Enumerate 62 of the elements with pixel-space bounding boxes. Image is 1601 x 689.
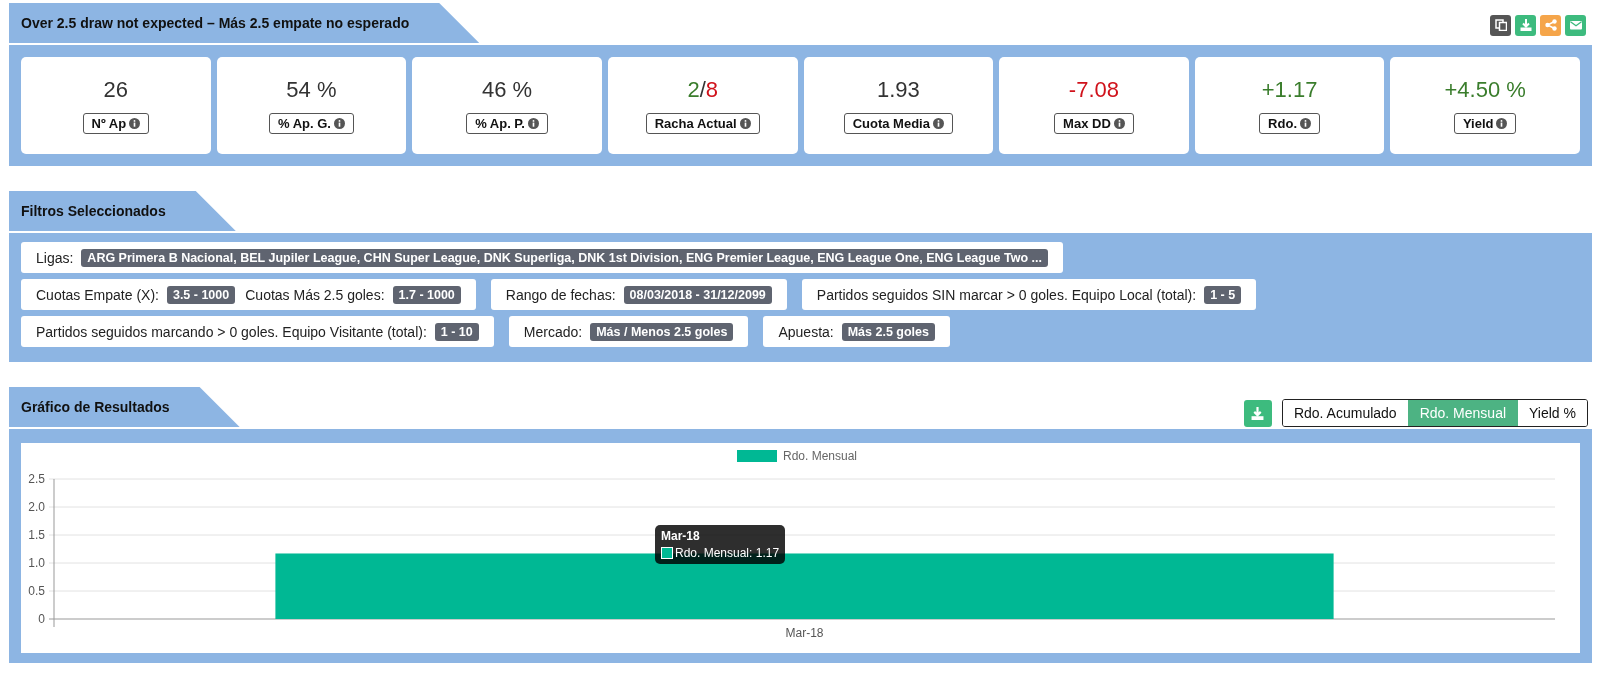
- stat-value: +1.17: [1261, 77, 1318, 103]
- stat-label-text: Nº Ap: [91, 116, 127, 131]
- stat-label-text: Max DD: [1063, 116, 1111, 131]
- filter-value: 3.5 - 1000: [166, 285, 236, 304]
- axis-tick-label: 0: [38, 612, 45, 626]
- axis-tick-label: 1.0: [28, 556, 45, 570]
- stat-label-text: Racha Actual: [654, 116, 737, 131]
- stat-value: -7.08: [1068, 77, 1119, 103]
- filter-label: Ligas:: [36, 249, 74, 266]
- filter-value: ARG Primera B Nacional, BEL Jupiler League, CHN Super League, DNK Superliga, DNK 1st Division, ENG Premier League, ENG League One, ENG League Two ...: [81, 248, 1048, 267]
- section-title: Filtros Seleccionados: [9, 191, 236, 231]
- envelope-icon: [1569, 19, 1582, 31]
- filter-value: 08/03/2018 - 31/12/2099: [623, 285, 772, 304]
- legend-label[interactable]: Rdo. Mensual: [783, 449, 858, 463]
- tooltip-text: Rdo. Mensual: 1.17: [675, 546, 780, 560]
- section-title: Gráfico de Resultados: [9, 387, 240, 427]
- filter-label: Rango de fechas:: [505, 286, 616, 303]
- info-icon[interactable]: [1496, 118, 1508, 129]
- download-icon: [1519, 19, 1532, 31]
- info-icon[interactable]: [528, 118, 539, 129]
- stat-label-text: % Ap. G.: [277, 116, 331, 131]
- filter-label: Partidos seguidos SIN marcar > 0 goles. Equipo Local (total):: [816, 286, 1197, 303]
- axis-tick-label: 0.5: [28, 584, 45, 598]
- filter-value: 1.7 - 1000: [392, 285, 461, 304]
- stat-label-text: Cuota Media: [852, 116, 930, 131]
- download-icon: [1251, 406, 1265, 420]
- filter-label: Cuotas Más 2.5 goles:: [245, 286, 385, 303]
- legend-swatch: [737, 450, 777, 462]
- stat-label-text: Rdo.: [1268, 116, 1297, 131]
- filter-value: 1 - 5: [1204, 285, 1242, 304]
- copy-icon: [1494, 19, 1507, 31]
- info-icon[interactable]: [333, 118, 345, 129]
- stat-value: 1.93: [876, 77, 920, 103]
- info-icon[interactable]: [932, 118, 944, 129]
- info-icon[interactable]: [1300, 118, 1311, 129]
- chart-view-tab[interactable]: Yield %: [1517, 400, 1587, 426]
- axis-tick-label: 2.0: [28, 500, 45, 514]
- stat-value: 46 %: [482, 77, 533, 103]
- stat-label-text: % Ap. P.: [475, 116, 525, 131]
- filter-value: Más / Menos 2.5 goles: [590, 322, 734, 341]
- stat-value: +4.50 %: [1444, 77, 1526, 103]
- info-icon[interactable]: [129, 118, 141, 129]
- filter-value: 1 - 10: [434, 322, 479, 341]
- axis-tick-label: 1.5: [28, 528, 45, 542]
- info-icon[interactable]: [739, 118, 751, 129]
- filter-label: Cuotas Empate (X):: [36, 286, 159, 303]
- tooltip-title: Mar-18: [661, 529, 701, 543]
- stat-value: 26: [103, 77, 129, 103]
- axis-tick-label: Mar-18: [785, 626, 824, 640]
- filter-value: Más 2.5 goles: [841, 322, 935, 341]
- stat-value: 2/8: [687, 77, 718, 103]
- axis-tick-label: 2.5: [28, 472, 45, 486]
- info-icon[interactable]: [1113, 118, 1125, 129]
- share-icon: [1544, 19, 1557, 31]
- filter-label: Partidos seguidos marcando > 0 goles. Equipo Visitante (total):: [36, 323, 427, 340]
- copy-button[interactable]: [1490, 14, 1511, 36]
- section-title: Over 2.5 draw not expected – Más 2.5 empate no esperado: [9, 3, 480, 43]
- filter-label: Apuesta:: [778, 323, 834, 340]
- filter-label: Mercado:: [523, 323, 583, 340]
- stat-value: 54 %: [286, 77, 337, 103]
- stat-label-text: Yield: [1462, 116, 1494, 131]
- tooltip-swatch: [661, 547, 673, 559]
